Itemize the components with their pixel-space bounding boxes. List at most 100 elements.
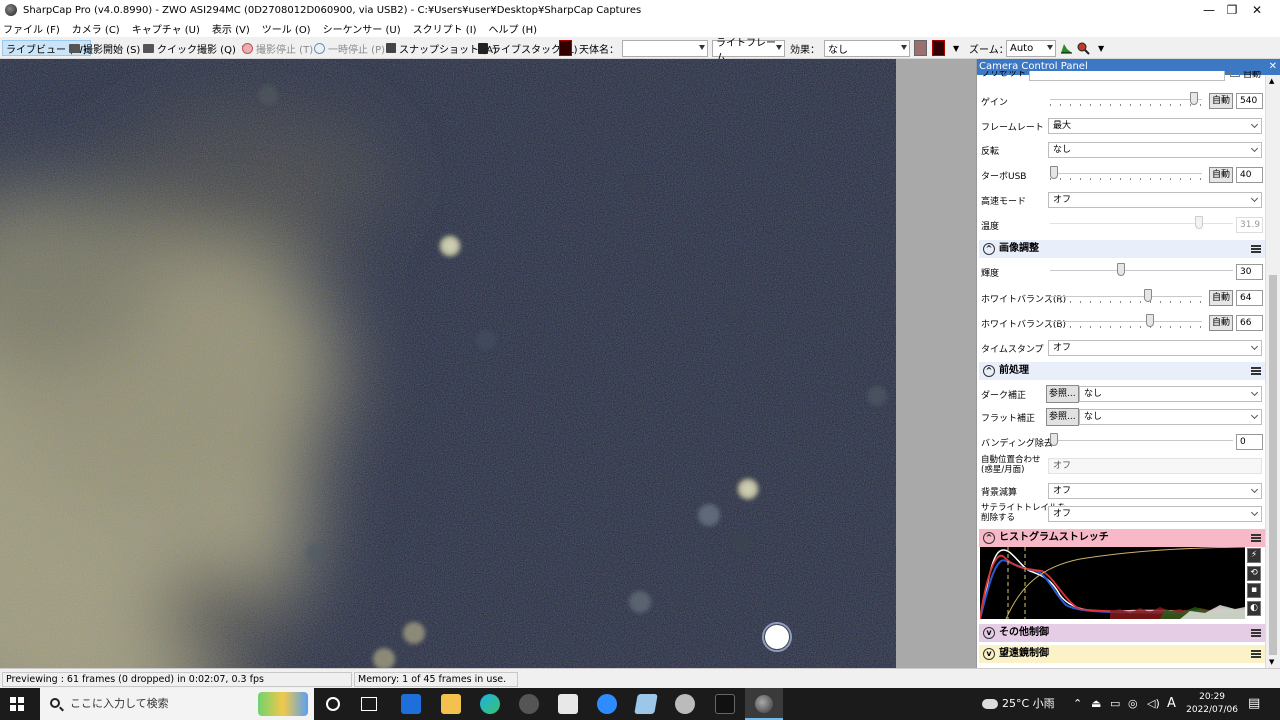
gain-auto-button[interactable]: 自動 xyxy=(1209,93,1234,109)
notes-icon[interactable] xyxy=(634,694,658,714)
wb-red-slider[interactable] xyxy=(1050,289,1202,303)
brightness-slider-knob[interactable] xyxy=(1117,263,1125,276)
expand-icon[interactable]: v xyxy=(983,627,995,639)
collapse-icon[interactable]: ^ xyxy=(983,243,995,255)
frame-rate-dropdown[interactable]: 最大 xyxy=(1048,118,1262,134)
store-icon[interactable] xyxy=(558,694,578,714)
mail-icon[interactable] xyxy=(401,694,421,714)
stop-capture-button[interactable]: 撮影停止 (T) xyxy=(242,40,313,56)
cortana-icon[interactable] xyxy=(326,697,340,711)
collapse-icon[interactable]: ^ xyxy=(983,365,995,377)
object-name-combo[interactable] xyxy=(622,40,708,57)
network-icon[interactable]: ▭ xyxy=(1110,688,1120,720)
menu-sequencer[interactable]: シーケンサー (U) xyxy=(323,21,401,36)
menu-help[interactable]: ヘルプ (H) xyxy=(489,21,538,36)
color-box-icon[interactable] xyxy=(914,40,927,56)
wb-blue-slider[interactable] xyxy=(1050,314,1202,328)
histogram-display[interactable] xyxy=(979,546,1246,620)
ime-indicator[interactable]: A xyxy=(1167,688,1176,720)
sharpcap-taskbar-button[interactable] xyxy=(745,688,783,720)
histogram-icon[interactable] xyxy=(1060,40,1073,56)
zoom-magnifier-icon[interactable] xyxy=(1077,40,1090,56)
close-button[interactable]: ✕ xyxy=(1234,0,1280,20)
menu-tools[interactable]: ツール (O) xyxy=(262,21,311,36)
zoom-combo[interactable]: Auto xyxy=(1006,40,1056,57)
brightness-value[interactable]: 30 xyxy=(1236,264,1263,280)
wb-blue-slider-knob[interactable] xyxy=(1146,314,1154,327)
scrollbar-thumb[interactable] xyxy=(1269,275,1277,655)
hamburger-menu-icon[interactable] xyxy=(1251,245,1261,253)
taskbar-search-box[interactable]: ここに入力して検索 xyxy=(40,688,314,720)
start-capture-button[interactable]: 撮影開始 (S) xyxy=(69,40,140,56)
contrast-icon[interactable]: ◐ xyxy=(1247,601,1261,616)
scroll-up-icon[interactable]: ▲ xyxy=(1269,77,1274,85)
wb-blue-auto-button[interactable]: 自動 xyxy=(1209,315,1234,331)
wb-red-auto-button[interactable]: 自動 xyxy=(1209,290,1234,306)
preprocessing-header[interactable]: ^ 前処理 xyxy=(979,362,1265,380)
gain-slider[interactable] xyxy=(1050,92,1202,106)
hamburger-menu-icon[interactable] xyxy=(1251,534,1261,542)
flip-dropdown[interactable]: なし xyxy=(1048,142,1262,158)
gain-slider-knob[interactable] xyxy=(1190,92,1198,105)
dark-browse-button[interactable]: 参照... xyxy=(1046,385,1079,403)
quick-capture-button[interactable]: クイック撮影 (Q)▼ xyxy=(143,40,248,56)
brightness-slider[interactable] xyxy=(1050,263,1233,276)
menu-view[interactable]: 表示 (V) xyxy=(212,21,250,36)
dropdown-arrow-icon[interactable]: ▼ xyxy=(1098,40,1104,56)
scroll-down-icon[interactable]: ▼ xyxy=(1269,658,1274,666)
weather-widget[interactable]: 25°C 小雨 xyxy=(982,688,1072,720)
telescope-controls-header[interactable]: v 望遠鏡制御 xyxy=(979,645,1265,663)
close-icon[interactable]: ✕ xyxy=(1269,59,1277,75)
banding-value[interactable]: 0 xyxy=(1236,434,1263,450)
browser-icon[interactable] xyxy=(675,694,695,714)
satellite-dropdown[interactable]: オフ xyxy=(1048,506,1262,522)
menu-scripting[interactable]: スクリプト (I) xyxy=(413,21,477,36)
background-dropdown[interactable]: オフ xyxy=(1048,483,1262,499)
preset-auto-checkbox[interactable] xyxy=(1230,71,1240,77)
clock[interactable]: 20:29 2022/07/06 xyxy=(1186,691,1238,717)
reset-icon[interactable]: ⟲ xyxy=(1247,566,1261,581)
speaker-icon[interactable]: ◁) xyxy=(1147,688,1160,720)
image-controls-header[interactable]: ^ 画像調整 xyxy=(979,240,1265,258)
dark-dropdown[interactable]: なし xyxy=(1079,386,1262,402)
wb-blue-value[interactable]: 66 xyxy=(1236,315,1263,331)
menu-camera[interactable]: カメラ (C) xyxy=(72,21,120,36)
hamburger-menu-icon[interactable] xyxy=(1251,650,1261,658)
gain-value[interactable]: 540 xyxy=(1236,93,1263,109)
camera-app-icon[interactable] xyxy=(715,694,735,714)
pause-button[interactable]: 一時停止 (P) xyxy=(314,40,385,56)
banding-slider-knob[interactable] xyxy=(1050,433,1058,446)
task-view-icon[interactable] xyxy=(361,697,377,711)
misc-controls-header[interactable]: v その他制御 xyxy=(979,624,1265,642)
flat-browse-button[interactable]: 参照... xyxy=(1046,408,1079,426)
high-speed-dropdown[interactable]: オフ xyxy=(1048,192,1262,208)
panel-scrollbar[interactable]: ▲ ▼ xyxy=(1265,75,1280,668)
zoom-app-icon[interactable] xyxy=(597,694,617,714)
frame-type-combo[interactable]: ライトフレーム xyxy=(712,38,785,64)
wb-red-value[interactable]: 64 xyxy=(1236,290,1263,306)
windows-start-icon[interactable] xyxy=(10,697,24,711)
notification-icon[interactable]: ▤ xyxy=(1248,688,1260,720)
effect-combo[interactable]: なし xyxy=(824,40,910,57)
collapse-icon[interactable]: ^ xyxy=(983,532,995,544)
timestamp-dropdown[interactable]: オフ xyxy=(1048,340,1262,356)
turbo-usb-slider[interactable] xyxy=(1050,166,1202,180)
banding-slider[interactable] xyxy=(1050,433,1233,446)
globe-icon[interactable]: ◎ xyxy=(1128,688,1138,720)
histogram-header[interactable]: ^ ヒストグラムストレッチ xyxy=(979,529,1265,547)
menu-file[interactable]: ファイル (F) xyxy=(3,21,60,36)
wb-red-slider-knob[interactable] xyxy=(1144,289,1152,302)
red-mode-icon[interactable] xyxy=(559,40,572,56)
lightning-icon[interactable]: ⚡ xyxy=(1247,548,1261,563)
turbo-usb-value[interactable]: 40 xyxy=(1236,167,1263,183)
save-icon[interactable]: ▪ xyxy=(1247,583,1261,598)
menu-capture[interactable]: キャプチャ (U) xyxy=(132,21,200,36)
file-explorer-icon[interactable] xyxy=(441,694,461,714)
dropdown-arrow-icon[interactable]: ▼ xyxy=(953,40,959,56)
hamburger-menu-icon[interactable] xyxy=(1251,629,1261,637)
edge-icon[interactable] xyxy=(480,694,500,714)
usb-icon[interactable]: ⏏ xyxy=(1091,688,1101,720)
reticle-icon[interactable] xyxy=(932,40,945,56)
turbo-usb-slider-knob[interactable] xyxy=(1050,166,1058,179)
flat-dropdown[interactable]: なし xyxy=(1079,409,1262,425)
